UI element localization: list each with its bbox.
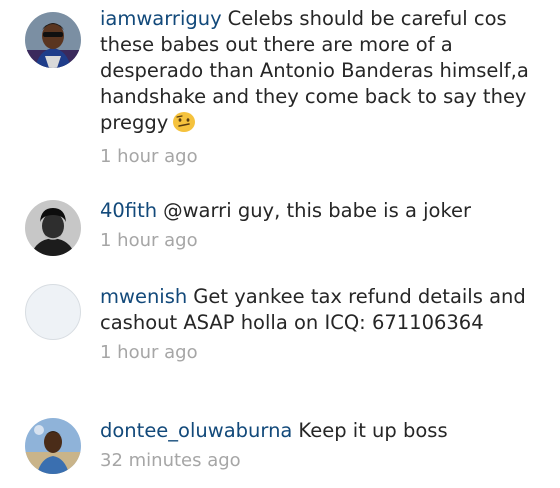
avatar[interactable] [25, 12, 81, 68]
comment-text-block: 40fith @warri guy, this babe is a joker [100, 198, 542, 224]
confused-face-emoji-icon [172, 111, 196, 140]
avatar[interactable] [25, 200, 81, 256]
comment-timestamp[interactable]: 32 minutes ago [100, 450, 542, 472]
comment-list: iamwarriguy Celebs should be careful cos … [0, 0, 560, 488]
comment-username[interactable]: iamwarriguy [100, 7, 222, 30]
comment-body: iamwarriguy Celebs should be careful cos … [100, 6, 542, 168]
comment-username[interactable]: 40fith [100, 199, 157, 222]
comment-body: mwenish Get yankee tax refund details and… [100, 284, 542, 364]
comment-text-block: dontee_oluwaburna Keep it up boss [100, 418, 542, 444]
comment-username[interactable]: mwenish [100, 285, 187, 308]
comment-text-block: mwenish Get yankee tax refund details and… [100, 284, 542, 336]
comment-body: dontee_oluwaburna Keep it up boss 32 minu… [100, 418, 542, 472]
comment-body: 40fith @warri guy, this babe is a joker 1… [100, 198, 542, 252]
comment-username[interactable]: dontee_oluwaburna [100, 419, 292, 442]
comment-text: Keep it up boss [298, 419, 448, 442]
comment-timestamp[interactable]: 1 hour ago [100, 230, 542, 252]
avatar-placeholder[interactable] [25, 284, 81, 340]
comment-text-block: iamwarriguy Celebs should be careful cos … [100, 6, 542, 140]
comment-timestamp[interactable]: 1 hour ago [100, 342, 542, 364]
comment-text: @warri guy, this babe is a joker [163, 199, 472, 222]
avatar[interactable] [25, 418, 81, 474]
comment-timestamp[interactable]: 1 hour ago [100, 146, 542, 168]
